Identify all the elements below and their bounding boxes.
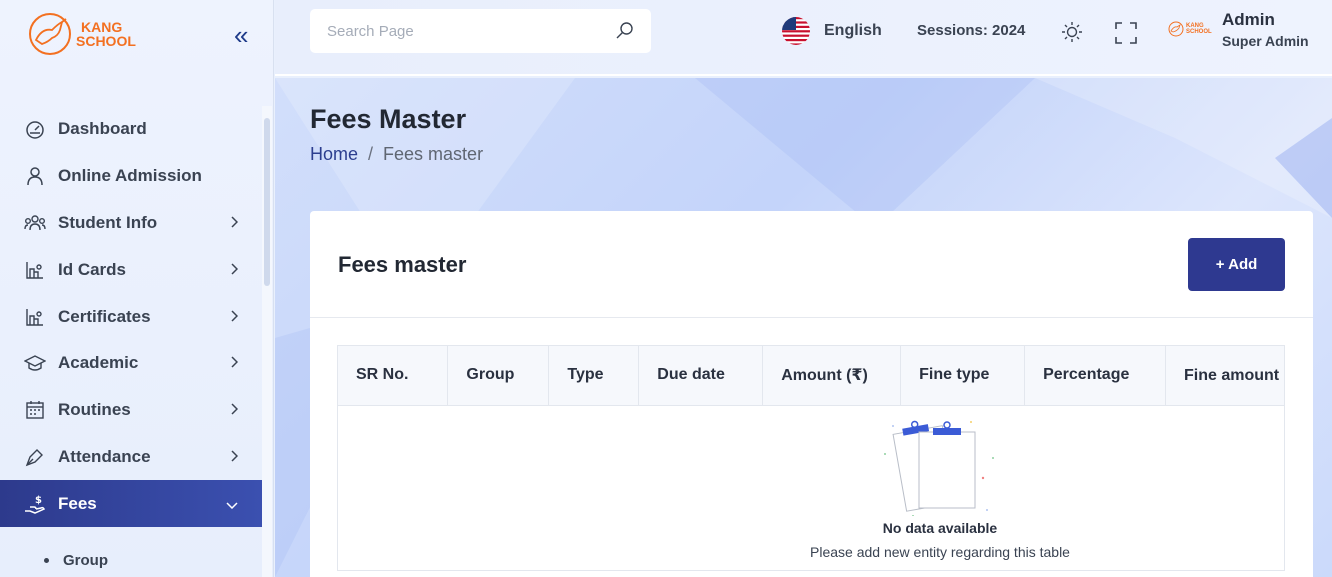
kangaroo-logo-icon bbox=[29, 13, 71, 55]
breadcrumb-separator: / bbox=[368, 144, 374, 164]
brand-line-2: SCHOOL bbox=[76, 33, 136, 49]
sidebar-item-label: Fees bbox=[58, 493, 97, 513]
column-header-amount: Amount (₹) bbox=[762, 346, 902, 406]
sidebar-item-attendance[interactable]: Attendance bbox=[0, 434, 262, 481]
session-label[interactable]: Sessions: 2024 bbox=[917, 22, 1025, 39]
sidebar-item-label: Certificates bbox=[58, 306, 151, 326]
money-hand-icon: $ bbox=[24, 493, 46, 515]
top-bar: English Sessions: 2024 KANGSCHOOL Admin … bbox=[275, 0, 1332, 76]
user-role: Super Admin bbox=[1222, 33, 1309, 49]
sidebar-nav: Dashboard Online Admission Student Info … bbox=[0, 106, 262, 528]
card-title: Fees master bbox=[338, 252, 467, 277]
card-divider bbox=[310, 317, 1313, 318]
brand-logo[interactable]: KANG SCHOOL bbox=[28, 10, 136, 58]
sidebar-item-fees[interactable]: $ Fees bbox=[0, 480, 262, 528]
column-header-type: Type bbox=[548, 346, 640, 406]
fees-table-container[interactable]: SR No. Group Type Due date Amount (₹) Fi… bbox=[337, 345, 1285, 571]
bullet-dot bbox=[44, 558, 49, 563]
column-header-fine-amount: Fine amount (₹) bbox=[1165, 346, 1284, 406]
chevron-right-icon bbox=[230, 307, 239, 327]
fees-table: SR No. Group Type Due date Amount (₹) Fi… bbox=[338, 346, 1284, 406]
avatar[interactable]: KANG SCHOOL bbox=[1168, 20, 1212, 38]
column-header-percentage: Percentage bbox=[1024, 346, 1167, 406]
chevron-right-icon bbox=[230, 353, 239, 373]
breadcrumb: Home / Fees master bbox=[310, 144, 483, 165]
sidebar-item-label: Attendance bbox=[58, 446, 151, 466]
empty-clipboard-icon bbox=[884, 420, 994, 516]
breadcrumb-current: Fees master bbox=[383, 144, 484, 164]
user-name[interactable]: Admin bbox=[1222, 10, 1275, 30]
chevron-right-icon bbox=[230, 447, 239, 467]
sidebar-item-label: Id Cards bbox=[58, 259, 127, 279]
table-header-row: SR No. Group Type Due date Amount (₹) Fi… bbox=[338, 346, 1284, 406]
avatar-brand-text: KANG SCHOOL bbox=[1185, 23, 1212, 35]
empty-state: No data available Please add new entity … bbox=[338, 406, 1284, 570]
chevron-right-icon bbox=[230, 260, 239, 280]
user-icon bbox=[24, 165, 46, 187]
users-icon bbox=[24, 212, 46, 234]
language-selector[interactable]: English bbox=[781, 16, 882, 46]
sidebar-item-dashboard[interactable]: Dashboard bbox=[0, 106, 262, 153]
column-header-group: Group bbox=[447, 346, 550, 406]
id-card-icon bbox=[24, 259, 46, 281]
fullscreen-icon[interactable] bbox=[1115, 22, 1137, 49]
sidebar-item-label: Student Info bbox=[58, 212, 158, 232]
calendar-icon bbox=[24, 399, 46, 421]
kangaroo-logo-icon bbox=[1168, 21, 1184, 37]
sidebar-scrollbar-thumb[interactable] bbox=[264, 118, 270, 286]
collapse-sidebar-icon[interactable]: « bbox=[234, 22, 248, 48]
language-label: English bbox=[824, 22, 882, 39]
search-box bbox=[310, 9, 651, 53]
sidebar-item-label: Routines bbox=[58, 400, 131, 420]
avatar-brand-line-2: SCHOOL bbox=[1186, 29, 1212, 35]
breadcrumb-home-link[interactable]: Home bbox=[310, 144, 358, 165]
sun-icon[interactable] bbox=[1061, 21, 1083, 48]
us-flag-icon bbox=[782, 17, 810, 45]
empty-state-subtitle: Please add new entity regarding this tab… bbox=[810, 544, 1070, 560]
column-header-fine-type: Fine type bbox=[900, 346, 1026, 406]
sidebar-item-online-admission[interactable]: Online Admission bbox=[0, 153, 262, 200]
svg-text:$: $ bbox=[35, 495, 42, 506]
sidebar-item-certificates[interactable]: Certificates bbox=[0, 293, 262, 340]
sidebar-subitem-label: Group bbox=[63, 552, 108, 569]
chevron-right-icon bbox=[230, 213, 239, 233]
brand-line-1: KANG bbox=[81, 19, 123, 35]
sidebar-item-label: Academic bbox=[58, 353, 139, 373]
brand-name: KANG SCHOOL bbox=[76, 20, 136, 48]
add-button[interactable]: + Add bbox=[1188, 238, 1285, 291]
chevron-down-icon bbox=[226, 494, 238, 514]
sidebar-item-academic[interactable]: Academic bbox=[0, 340, 262, 387]
sidebar-item-student-info[interactable]: Student Info bbox=[0, 200, 262, 247]
page-title: Fees Master bbox=[310, 104, 467, 134]
empty-state-title: No data available bbox=[882, 520, 998, 536]
sidebar-item-id-cards[interactable]: Id Cards bbox=[0, 246, 262, 293]
sidebar-subitem-group[interactable]: Group bbox=[44, 552, 108, 569]
main-content: Fees Master Home / Fees master Fees mast… bbox=[275, 78, 1332, 577]
certificate-icon bbox=[24, 306, 46, 328]
sidebar: KANG SCHOOL « Dashboard Online Admission… bbox=[0, 0, 274, 577]
search-input[interactable] bbox=[327, 22, 617, 40]
column-header-due-date: Due date bbox=[638, 346, 764, 406]
dashboard-icon bbox=[24, 118, 46, 140]
column-header-sr-no: SR No. bbox=[338, 346, 449, 406]
search-icon[interactable] bbox=[615, 21, 635, 46]
graduation-cap-icon bbox=[24, 352, 46, 374]
sidebar-item-label: Online Admission bbox=[58, 166, 202, 186]
sidebar-item-label: Dashboard bbox=[58, 119, 147, 139]
sidebar-item-routines[interactable]: Routines bbox=[0, 387, 262, 434]
fees-master-card: Fees master + Add SR No. Group Type Due … bbox=[310, 211, 1313, 577]
chevron-right-icon bbox=[230, 400, 239, 420]
pen-icon bbox=[24, 446, 46, 468]
